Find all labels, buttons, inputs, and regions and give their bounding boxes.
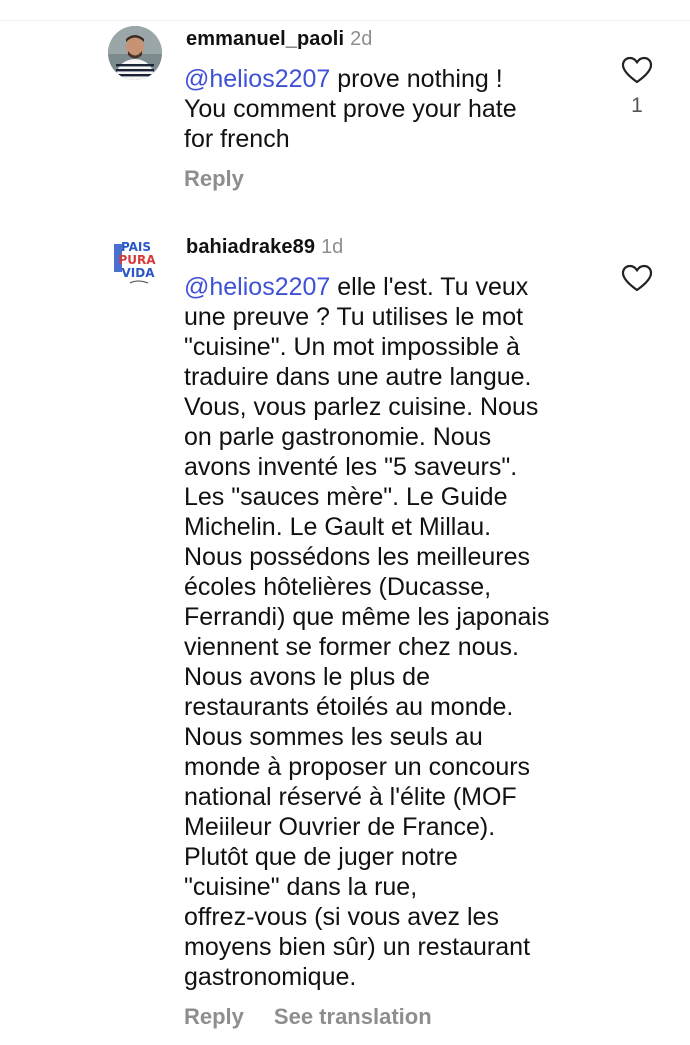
- avatar[interactable]: [108, 26, 162, 80]
- comment-line: Nous sommes les seuls au: [184, 723, 483, 751]
- username[interactable]: emmanuel_paoli: [186, 28, 344, 50]
- comment-line: @helios2207 prove nothing !: [184, 64, 594, 94]
- comment-actions: Reply See translation: [184, 1004, 432, 1030]
- comment-header: bahiadrake89 1d: [186, 236, 343, 259]
- comment-line: écoles hôtelières (Ducasse,: [184, 573, 492, 601]
- comment-line: "cuisine". Un mot impossible à: [184, 333, 520, 361]
- comment-line: avons inventé les "5 saveurs".: [184, 453, 518, 481]
- comment-line: viennent se former chez nous.: [184, 633, 519, 661]
- like-count: 1: [631, 94, 643, 117]
- comment-bahiadrake89: PAIS PURA VIDA bahiadrake89 1d @helios220…: [0, 220, 690, 1045]
- comment-line: "cuisine" dans la rue,: [184, 873, 418, 901]
- pura-label: PURA: [118, 253, 156, 267]
- comment-line: Les "sauces mère". Le Guide: [184, 483, 508, 511]
- comment-emmanuel-paoli: emmanuel_paoli 2d @helios2207 prove nothi…: [0, 0, 690, 210]
- comment-line: traduire dans une autre langue.: [184, 363, 532, 391]
- timestamp: 2d: [350, 28, 373, 50]
- comment-line: You comment prove your hate: [184, 95, 517, 123]
- comment-text: @helios2207 prove nothing ! You comment …: [184, 64, 594, 154]
- comment-line: une preuve ? Tu utilises le mot: [184, 303, 524, 331]
- profile-photo-icon: [108, 26, 162, 80]
- pura-vida-logo-icon: PAIS PURA VIDA: [108, 234, 162, 288]
- comment-line: monde à proposer un concours: [184, 753, 531, 781]
- comment-line: Nous possédons les meilleures: [184, 543, 531, 571]
- timestamp: 1d: [321, 236, 344, 258]
- heart-icon[interactable]: [621, 264, 653, 292]
- comment-actions: Reply: [184, 166, 244, 192]
- comment-text: @helios2207 elle l'est. Tu veux une preu…: [184, 272, 594, 992]
- reply-button[interactable]: Reply: [184, 1004, 244, 1029]
- comment-line: moyens bien sûr) un restaurant: [184, 933, 531, 961]
- comment-text-segment: elle l'est. Tu veux: [330, 273, 529, 301]
- reply-button[interactable]: Reply: [184, 166, 244, 191]
- comment-line: Vous, vous parlez cuisine. Nous: [184, 393, 539, 421]
- comment-line: for french: [184, 125, 290, 153]
- comment-line: Meiileur Ouvrier de France).: [184, 813, 496, 841]
- heart-icon[interactable]: [621, 56, 653, 84]
- see-translation-button[interactable]: See translation: [274, 1004, 432, 1029]
- comment-header: emmanuel_paoli 2d: [186, 28, 372, 51]
- comment-line: restaurants étoilés au monde.: [184, 693, 514, 721]
- mention-link[interactable]: @helios2207: [184, 273, 330, 301]
- comment-text-segment: prove nothing !: [330, 65, 503, 93]
- vida-label: VIDA: [122, 266, 156, 280]
- comment-line: Plutôt que de juger notre: [184, 843, 458, 871]
- pais-label: PAIS: [121, 240, 151, 254]
- comment-line: Michelin. Le Gault et Millau.: [184, 513, 492, 541]
- comment-line: gastronomique.: [184, 963, 357, 991]
- like-column: [618, 264, 656, 292]
- comment-line: offrez-vous (si vous avez les: [184, 903, 499, 931]
- comment-line: Ferrandi) que même les japonais: [184, 603, 550, 631]
- comment-line: national réservé à l'élite (MOF: [184, 783, 517, 811]
- like-column: 1: [618, 56, 656, 118]
- username[interactable]: bahiadrake89: [186, 236, 315, 258]
- comment-line: on parle gastronomie. Nous: [184, 423, 492, 451]
- comment-line: @helios2207 elle l'est. Tu veux: [184, 272, 594, 302]
- avatar[interactable]: PAIS PURA VIDA: [108, 234, 162, 288]
- mention-link[interactable]: @helios2207: [184, 65, 330, 93]
- comment-line: Nous avons le plus de: [184, 663, 430, 691]
